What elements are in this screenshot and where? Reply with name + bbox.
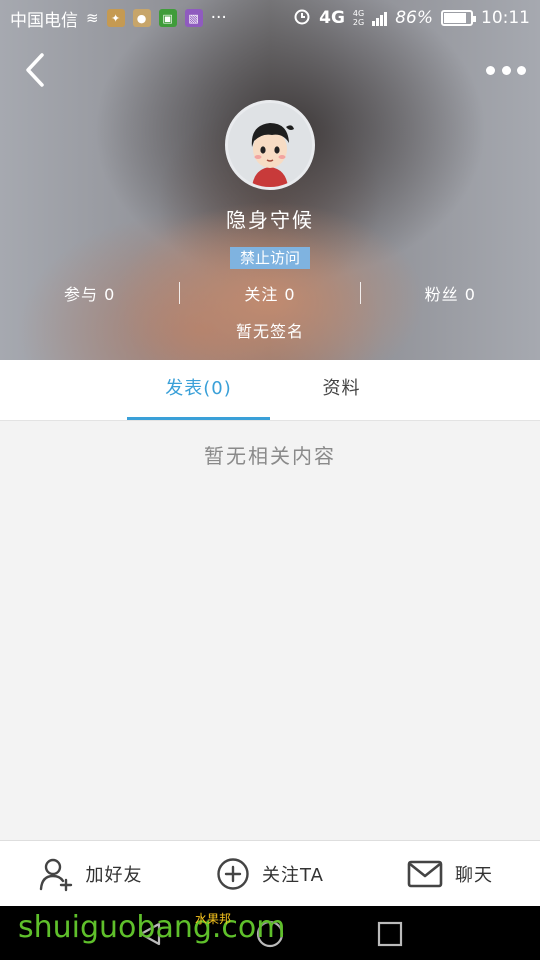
app-notification-icon: ✦	[106, 9, 125, 27]
profile-stats: 参与 0 关注 0 粉丝 0	[0, 280, 540, 306]
chat-button[interactable]: 聊天	[360, 860, 540, 888]
follow-label: 关注TA	[262, 864, 324, 886]
cartoon-avatar-icon	[228, 103, 312, 187]
watermark-text: shuiguobang.com	[18, 910, 286, 945]
clock: 10:11	[481, 8, 530, 28]
status-bar: 中国电信 ≋ ✦ ● ▣ ▧ ··· 4G 4G 2G 86% 10:11	[0, 0, 540, 36]
dual-network-icon: 4G 2G	[353, 9, 364, 27]
chat-label: 聊天	[455, 864, 493, 886]
more-dot-icon	[517, 65, 526, 75]
watermark-cn: 水果邦	[195, 912, 232, 926]
more-notifications-icon: ···	[210, 8, 227, 28]
plus-circle-icon	[217, 857, 249, 890]
profile-nickname: 隐身守候	[226, 208, 314, 232]
tab-profile-info[interactable]: 资料	[270, 360, 413, 420]
tab-posts[interactable]: 发表(0)	[127, 360, 270, 420]
game-notification-icon: ▣	[158, 9, 177, 27]
follow-button[interactable]: 关注TA	[180, 857, 360, 891]
add-user-icon	[39, 858, 72, 891]
stat-fans[interactable]: 粉丝 0	[361, 281, 540, 305]
stat-participation[interactable]: 参与 0	[0, 281, 179, 305]
network-2g-small: 2G	[352, 18, 365, 27]
mail-icon	[407, 860, 443, 887]
carrier-label: 中国电信	[10, 10, 78, 31]
network-4g-label: 4G	[319, 8, 345, 28]
more-options-button[interactable]	[486, 60, 526, 80]
photo-notification-icon: ▧	[184, 9, 203, 27]
more-dot-icon	[486, 65, 495, 75]
square-recent-icon	[377, 921, 403, 947]
back-button[interactable]	[18, 50, 52, 90]
profile-header: 中国电信 ≋ ✦ ● ▣ ▧ ··· 4G 4G 2G 86% 10:11 隐身…	[0, 0, 540, 360]
avatar[interactable]	[225, 100, 315, 190]
signal-icon	[372, 10, 388, 26]
chat-notification-icon: ●	[132, 9, 151, 27]
action-bar: 加好友 关注TA 聊天	[0, 840, 540, 906]
alarm-icon	[293, 7, 311, 30]
stat-following[interactable]: 关注 0	[180, 281, 359, 305]
profile-tabs: 发表(0) 资料	[0, 360, 540, 421]
battery-icon	[441, 10, 476, 26]
network-4g-small: 4G	[352, 9, 365, 18]
profile-signature: 暂无签名	[235, 322, 304, 341]
battery-percent: 86%	[395, 8, 433, 28]
ban-status-badge: 禁止访问	[230, 247, 310, 269]
nav-recent-button[interactable]	[375, 919, 405, 949]
add-friend-label: 加好友	[85, 864, 143, 886]
add-friend-button[interactable]: 加好友	[0, 856, 180, 892]
empty-content-message: 暂无相关内容	[204, 444, 336, 468]
active-tab-indicator	[127, 417, 270, 420]
hotspot-icon: ≋	[86, 9, 99, 27]
more-dot-icon	[501, 65, 511, 75]
chevron-left-icon	[26, 53, 44, 87]
